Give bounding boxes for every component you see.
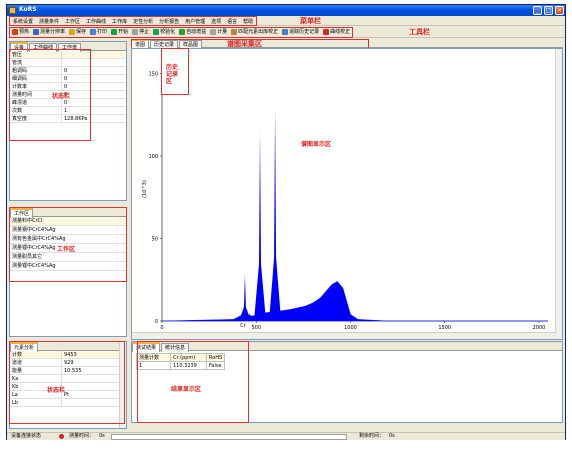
toolbar-button-label: 保存	[76, 29, 87, 35]
chart-vertical-scrollbar[interactable]	[555, 49, 562, 339]
annotation-result: 结果显示区	[171, 386, 202, 393]
close-button[interactable]: ×	[555, 6, 564, 15]
annotation-spectrum-display: 谱图显示区	[301, 141, 332, 148]
spectrum-background-area	[161, 281, 548, 322]
spectrum-peak	[238, 274, 251, 321]
spectrum-peak	[269, 109, 282, 321]
toolbar-items: 预热 测量分辨率 保存 打印 开始 停止 校验化 自动增益 计量 匹配元素出库校正 追踪历史记录 曲线…	[9, 27, 354, 38]
toolbar-button[interactable]: 追踪历史记录	[280, 28, 321, 37]
y-tick-label: 0	[155, 319, 158, 325]
menu-item[interactable]: 语言	[224, 17, 240, 27]
device-status-icon	[59, 434, 64, 441]
remain-time-value: 0s	[389, 433, 395, 439]
minimize-button[interactable]: _	[533, 6, 542, 15]
toolbar-icon	[12, 28, 18, 35]
x-tick-label: 0	[160, 325, 163, 331]
x-tick-label: 2000	[533, 325, 546, 331]
status-highlight-box	[9, 49, 91, 141]
x-tick-label: 1500	[438, 325, 451, 331]
spectrum-chart-frame: 0 500 1000 1500 2000 0 50 100 150 (10^3) Cr	[131, 48, 563, 340]
toolbar-button-label: 预热	[19, 29, 30, 35]
toolbar-button-label: 停止	[139, 29, 150, 35]
toolbar-button-label: 曲线校正	[330, 29, 351, 35]
toolbar-icon	[90, 28, 97, 35]
measure-time-value: 0s	[99, 433, 105, 439]
toolbar-button[interactable]: 停止	[130, 28, 151, 37]
y-tick-label: 50	[152, 237, 158, 243]
x-tick-label: 500	[251, 325, 261, 331]
device-status-label: 设备连接状态	[11, 433, 42, 439]
toolbar-button-label: 追踪历史记录	[289, 29, 320, 35]
menu-item[interactable]: 用户管理	[182, 17, 208, 27]
menu-item[interactable]: 选项	[208, 17, 224, 27]
toolbar-icon	[179, 28, 186, 35]
menu-item[interactable]: 定性分析	[130, 17, 156, 27]
menubar: 系统设置 测量条件 工作区 工作曲线 工作库 定性分析 分析报告 用户管理 选项 语言 帮助	[7, 16, 565, 26]
annotation-status2: 状态栏	[47, 387, 66, 394]
toolbar-button[interactable]: 预热	[10, 28, 31, 37]
toolbar-icon	[231, 28, 238, 35]
toolbar-icon	[153, 28, 160, 35]
progress-field	[111, 434, 347, 440]
toolbar-button-label: 匹配元素出库校正	[238, 29, 279, 35]
window-title: KoRS	[19, 6, 37, 13]
toolbar-button-label: 校验化	[160, 29, 176, 35]
toolbar-button[interactable]: 保存	[67, 28, 88, 37]
annotation-toolbar: 工具栏	[409, 28, 430, 36]
y-tick-label: 150	[148, 72, 158, 78]
toolbar-button[interactable]: 打印	[88, 28, 109, 37]
toolbar-icon	[323, 28, 330, 35]
menu-item[interactable]: 分析报告	[156, 17, 182, 27]
toolbar-button-label: 计量	[217, 29, 228, 35]
menu-item[interactable]: 工作曲线	[83, 17, 109, 27]
menu-items: 系统设置 测量条件 工作区 工作曲线 工作库 定性分析 分析报告 用户管理 选项 语言 帮助	[9, 16, 258, 27]
menu-item[interactable]: 工作库	[109, 17, 130, 27]
menu-item[interactable]: 测量条件	[36, 17, 62, 27]
measure-time-label: 测量时间：	[69, 433, 95, 439]
splitter[interactable]	[9, 202, 127, 206]
toolbar-button-label: 开始	[118, 29, 129, 35]
annotation-menubar: 菜单栏	[300, 17, 321, 25]
status-bar: 设备连接状态 测量时间： 0s 剩余时间： 0s	[7, 432, 565, 440]
y-axis-label: (10^3)	[142, 180, 148, 198]
toolbar-icon	[69, 28, 76, 35]
toolbar-button-label: 自动增益	[186, 29, 207, 35]
app-window: KoRS _ □ × 系统设置 测量条件 工作区 工作曲线 工作库 定性分析 分析报告 用户管…	[6, 4, 566, 440]
title-bar: KoRS _ □ ×	[7, 5, 565, 16]
toolbar-icon	[33, 28, 40, 35]
toolbar-button[interactable]: 计量	[208, 28, 229, 37]
toolbar-button[interactable]: 自动增益	[177, 28, 208, 37]
toolbar-button[interactable]: 开始	[109, 28, 130, 37]
toolbar: 预热 测量分辨率 保存 打印 开始 停止 校验化 自动增益 计量 匹配元素出库校正 追踪历史记录 曲线…	[7, 27, 565, 38]
right-pane: 谱图 历史记录 样品图 谱图采集区 0 500 1000 1500 2000 0 50 100 15…	[131, 39, 563, 431]
annotation-status1: 状态栏	[52, 93, 71, 100]
app-icon	[9, 7, 16, 14]
annotation-history: 历史 记录 区	[166, 64, 179, 85]
left-pane: 设备 工作曲线 工作谱 管压 管流 粗调码 0 细调码 0 计数率 0 测量时间 0 峰漂道 0 次数 1 真空…	[7, 39, 129, 431]
annotation-work: 工作区	[57, 246, 76, 253]
toolbar-button[interactable]: 曲线校正	[321, 28, 352, 37]
toolbar-icon	[111, 28, 118, 35]
y-tick-label: 100	[148, 154, 158, 160]
toolbar-button[interactable]: 校验化	[151, 28, 177, 37]
menu-item[interactable]: 帮助	[240, 17, 256, 27]
result-highlight-box	[137, 341, 249, 423]
maximize-button[interactable]: □	[544, 6, 553, 15]
element-marker-label: Cr	[240, 323, 246, 329]
menu-item[interactable]: 系统设置	[10, 17, 36, 27]
toolbar-icon	[132, 28, 139, 35]
chart-horizontal-scrollbar[interactable]	[132, 332, 557, 339]
toolbar-button-label: 打印	[97, 29, 108, 35]
menu-item[interactable]: 工作区	[62, 17, 83, 27]
toolbar-icon	[210, 28, 217, 35]
toolbar-button-label: 测量分辨率	[40, 29, 66, 35]
remain-time-label: 剩余时间：	[359, 433, 385, 439]
toolbar-icon	[282, 28, 289, 35]
toolbar-button[interactable]: 匹配元素出库校正	[229, 28, 280, 37]
spectrum-chart[interactable]: 0 500 1000 1500 2000 0 50 100 150 (10^3) Cr	[132, 49, 556, 333]
x-tick-label: 1000	[344, 325, 357, 331]
spectrum-peak	[254, 131, 267, 321]
toolbar-button[interactable]: 测量分辨率	[31, 28, 67, 37]
spectrum-info-highlight-box	[9, 341, 125, 424]
